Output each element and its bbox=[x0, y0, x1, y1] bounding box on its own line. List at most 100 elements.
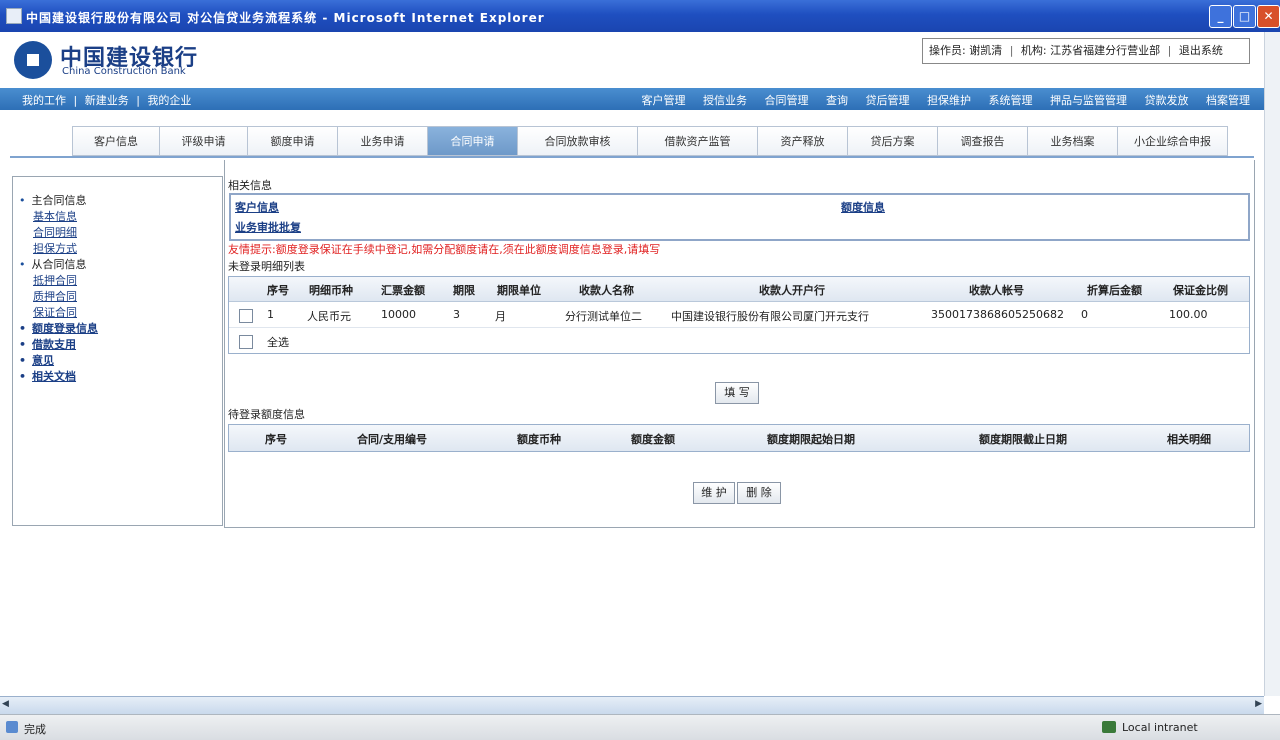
tree-mortgage-contract[interactable]: 抵押合同 bbox=[19, 273, 98, 289]
nav-separator: | bbox=[136, 94, 140, 107]
tab-sme-declaration[interactable]: 小企业综合申报 bbox=[1118, 126, 1228, 156]
col-related-detail: 相关明细 bbox=[1167, 433, 1211, 446]
col-limit-currency: 额度币种 bbox=[517, 433, 561, 446]
nav-item[interactable]: 客户管理 bbox=[642, 94, 686, 107]
nav-item[interactable]: 贷后管理 bbox=[866, 94, 910, 107]
detail-table: 序号 明细币种 汇票金额 期限 期限单位 收款人名称 收款人开户行 收款人帐号 … bbox=[228, 276, 1250, 354]
tab-contract-loan-review[interactable]: 合同放款审核 bbox=[518, 126, 638, 156]
tab-asset-supervision[interactable]: 借款资产监管 bbox=[638, 126, 758, 156]
tab-customer-info[interactable]: 客户信息 bbox=[72, 126, 160, 156]
row-checkbox[interactable] bbox=[239, 309, 253, 323]
nav-item[interactable]: 查询 bbox=[826, 94, 848, 107]
ccb-logo-icon bbox=[14, 41, 52, 79]
nav-left: 我的工作 | 新建业务 | 我的企业 bbox=[22, 92, 195, 108]
tree-guarantee-contract[interactable]: 保证合同 bbox=[19, 305, 98, 321]
col-payee-account: 收款人帐号 bbox=[969, 284, 1024, 297]
cell-term: 3 bbox=[453, 308, 460, 321]
business-approval-link[interactable]: 业务审批批复 bbox=[235, 219, 301, 235]
registered-limit-title: 待登录额度信息 bbox=[228, 408, 305, 421]
cell-payee-name: 分行测试单位二 bbox=[565, 310, 642, 323]
tab-contract-application[interactable]: 合同申请 bbox=[428, 126, 518, 156]
tab-business-archive[interactable]: 业务档案 bbox=[1028, 126, 1118, 156]
window-titlebar: 中国建设银行股份有限公司 对公信贷业务流程系统 - Microsoft Inte… bbox=[0, 0, 1280, 32]
nav-new-business[interactable]: 新建业务 bbox=[85, 94, 129, 107]
select-all-label[interactable]: 全选 bbox=[267, 334, 289, 350]
nav-item[interactable]: 授信业务 bbox=[703, 94, 747, 107]
tree-contract-detail[interactable]: 合同明细 bbox=[19, 225, 98, 241]
col-limit-amount: 额度金额 bbox=[631, 433, 675, 446]
table-row[interactable]: 1 人民币元 10000 3 月 分行测试单位二 中国建设银行股份有限公司厦门开… bbox=[229, 303, 1249, 328]
col-margin-ratio: 保证金比例 bbox=[1173, 284, 1228, 297]
status-bar: 完成 Local intranet bbox=[0, 714, 1280, 740]
customer-info-link[interactable]: 客户信息 bbox=[235, 199, 279, 215]
cell-currency: 人民币元 bbox=[307, 310, 351, 323]
select-all-row: 全选 bbox=[229, 329, 1249, 353]
window-title: 中国建设银行股份有限公司 对公信贷业务流程系统 - Microsoft Inte… bbox=[26, 11, 545, 25]
nav-item[interactable]: 档案管理 bbox=[1206, 94, 1250, 107]
separator: | bbox=[1167, 44, 1172, 57]
fill-button[interactable]: 填 写 bbox=[715, 382, 759, 404]
tree-related-docs[interactable]: 相关文档 bbox=[19, 369, 98, 385]
col-draft-amount: 汇票金额 bbox=[381, 284, 425, 297]
unregistered-list-title: 未登录明细列表 bbox=[228, 260, 305, 273]
tab-underline bbox=[10, 156, 1254, 158]
cell-margin-ratio: 100.00 bbox=[1169, 308, 1208, 321]
nav-my-work[interactable]: 我的工作 bbox=[22, 94, 66, 107]
page-header: 中国建设银行 China Construction Bank 操作员: 谢凯清 … bbox=[0, 32, 1264, 88]
vertical-scrollbar[interactable] bbox=[1264, 32, 1280, 696]
tree-opinion[interactable]: 意见 bbox=[19, 353, 98, 369]
nav-item[interactable]: 贷款发放 bbox=[1145, 94, 1189, 107]
nav-item[interactable]: 系统管理 bbox=[989, 94, 1033, 107]
col-term: 期限 bbox=[453, 284, 475, 297]
minimize-button[interactable]: _ bbox=[1209, 5, 1232, 28]
tree-sub-contract[interactable]: 从合同信息 bbox=[19, 257, 98, 273]
nav-item[interactable]: 担保维护 bbox=[927, 94, 971, 107]
logout-link[interactable]: 退出系统 bbox=[1179, 44, 1223, 57]
limit-table-header: 序号 合同/支用编号 额度币种 额度金额 额度期限起始日期 额度期限截止日期 相… bbox=[229, 425, 1249, 451]
left-tree-panel: 主合同信息 基本信息 合同明细 担保方式 从合同信息 抵押合同 质押合同 保证合… bbox=[12, 176, 223, 526]
tab-business-application[interactable]: 业务申请 bbox=[338, 126, 428, 156]
tab-rating-application[interactable]: 评级申请 bbox=[160, 126, 248, 156]
tree-basic-info[interactable]: 基本信息 bbox=[19, 209, 98, 225]
nav-tree: 主合同信息 基本信息 合同明细 担保方式 从合同信息 抵押合同 质押合同 保证合… bbox=[19, 193, 99, 385]
close-button[interactable]: ✕ bbox=[1257, 5, 1280, 28]
nav-item[interactable]: 押品与监管管理 bbox=[1050, 94, 1127, 107]
col-contract-number: 合同/支用编号 bbox=[357, 433, 428, 446]
maximize-button[interactable]: □ bbox=[1233, 5, 1256, 28]
warning-message: 友情提示:额度登录保证在手续中登记,如需分配额度请在,须在此额度调度信息登录,请… bbox=[228, 243, 661, 256]
scroll-left-icon[interactable]: ◀ bbox=[2, 699, 16, 711]
col-currency: 明细币种 bbox=[309, 284, 353, 297]
operator-label: 操作员: 谢凯清 bbox=[929, 44, 1003, 57]
col-seq: 序号 bbox=[267, 284, 289, 297]
page-done-icon bbox=[6, 721, 18, 733]
col-payee-name: 收款人名称 bbox=[579, 284, 634, 297]
tab-investigation-report[interactable]: 调查报告 bbox=[938, 126, 1028, 156]
maintain-button[interactable]: 维 护 bbox=[693, 482, 735, 504]
horizontal-scrollbar[interactable]: ◀ ▶ bbox=[0, 696, 1264, 714]
tree-pledge-contract[interactable]: 质押合同 bbox=[19, 289, 98, 305]
scroll-right-icon[interactable]: ▶ bbox=[1248, 699, 1262, 711]
limit-table: 序号 合同/支用编号 额度币种 额度金额 额度期限起始日期 额度期限截止日期 相… bbox=[228, 424, 1250, 452]
tree-main-contract[interactable]: 主合同信息 bbox=[19, 193, 98, 209]
select-all-checkbox[interactable] bbox=[239, 335, 253, 349]
col-converted-amount: 折算后金额 bbox=[1087, 284, 1142, 297]
tree-guarantee-method[interactable]: 担保方式 bbox=[19, 241, 98, 257]
tab-limit-application[interactable]: 额度申请 bbox=[248, 126, 338, 156]
logo-english: China Construction Bank bbox=[62, 66, 186, 77]
tab-post-loan-plan[interactable]: 贷后方案 bbox=[848, 126, 938, 156]
tree-limit-registration[interactable]: 额度登录信息 bbox=[19, 321, 98, 337]
nav-item[interactable]: 合同管理 bbox=[765, 94, 809, 107]
org-label: 机构: 江苏省福建分行营业部 bbox=[1020, 44, 1161, 57]
limit-info-link[interactable]: 额度信息 bbox=[841, 199, 885, 215]
col-seq: 序号 bbox=[265, 433, 287, 446]
tab-asset-release[interactable]: 资产释放 bbox=[758, 126, 848, 156]
user-info-box: 操作员: 谢凯清 | 机构: 江苏省福建分行营业部 | 退出系统 bbox=[922, 38, 1250, 64]
related-info-box: 客户信息 额度信息 业务审批批复 bbox=[229, 193, 1250, 241]
cell-term-unit: 月 bbox=[495, 310, 506, 323]
ie-app-icon bbox=[6, 8, 22, 24]
top-nav-bar: 我的工作 | 新建业务 | 我的企业 客户管理 授信业务 合同管理 查询 贷后管… bbox=[0, 88, 1264, 110]
tree-loan-drawdown[interactable]: 借款支用 bbox=[19, 337, 98, 353]
detail-table-header: 序号 明细币种 汇票金额 期限 期限单位 收款人名称 收款人开户行 收款人帐号 … bbox=[229, 277, 1249, 302]
delete-button[interactable]: 删 除 bbox=[737, 482, 781, 504]
nav-my-enterprise[interactable]: 我的企业 bbox=[147, 94, 191, 107]
